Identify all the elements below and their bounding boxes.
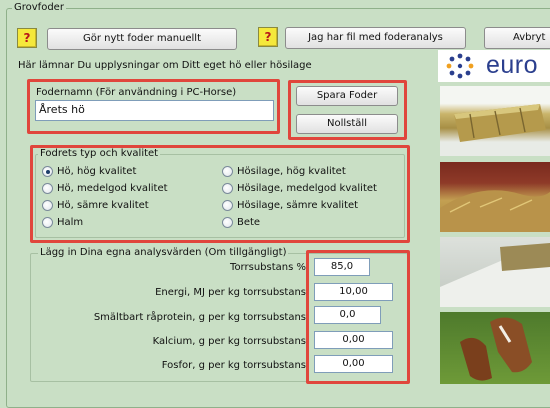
radio-hay-medium[interactable]: Hö, medelgod kvalitet <box>42 183 168 194</box>
energy-label: Energi, MJ per kg torrsubstans <box>155 287 306 298</box>
analysis-title: Lägg in Dina egna analysvärden (Om tillg… <box>38 247 289 258</box>
bales-image <box>440 243 550 307</box>
radio-hay-low[interactable]: Hö, sämre kvalitet <box>42 200 149 211</box>
radio-label: Halm <box>57 217 84 228</box>
horses-image <box>460 317 532 381</box>
dry-matter-input[interactable]: 85,0 <box>314 258 370 276</box>
horses-pasture-photo <box>440 312 550 384</box>
dry-matter-label: Torrsubstans % <box>230 262 306 273</box>
phosphorus-input[interactable]: 0,00 <box>314 355 393 373</box>
phosphorus-label: Fosfor, g per kg torrsubstans <box>161 360 306 371</box>
radio-label: Hösilage, sämre kvalitet <box>237 200 359 211</box>
feed-name-input[interactable]: Årets hö <box>35 100 274 121</box>
protein-input[interactable]: 0,0 <box>314 306 381 324</box>
radio-unchecked-icon[interactable] <box>222 166 233 177</box>
radio-haylage-high[interactable]: Hösilage, hög kvalitet <box>222 166 346 177</box>
radio-unchecked-icon[interactable] <box>222 217 233 228</box>
calcium-input[interactable]: 0,00 <box>314 331 393 349</box>
radio-straw[interactable]: Halm <box>42 217 83 228</box>
radio-label: Hösilage, medelgod kvalitet <box>237 183 377 194</box>
radio-unchecked-icon[interactable] <box>222 183 233 194</box>
cancel-button[interactable]: Avbryt <box>484 27 550 49</box>
bales-photo <box>440 237 550 307</box>
help-icon[interactable]: ? <box>17 28 37 48</box>
logo-text: euro <box>486 51 539 79</box>
radio-unchecked-icon[interactable] <box>42 200 53 211</box>
radio-haylage-low[interactable]: Hösilage, sämre kvalitet <box>222 200 358 211</box>
reset-button[interactable]: Nollställ <box>296 114 398 134</box>
hay-bale-photo <box>440 86 550 156</box>
haylage-pile-photo <box>440 162 550 232</box>
energy-input[interactable]: 10,00 <box>314 283 393 301</box>
radio-label: Hösilage, hög kvalitet <box>237 166 346 177</box>
radio-checked-icon[interactable] <box>42 166 53 177</box>
feed-type-title: Fodrets typ och kvalitet <box>38 148 161 159</box>
feed-group-title: Grovfoder <box>12 2 66 13</box>
radio-hay-high[interactable]: Hö, hög kvalitet <box>42 166 136 177</box>
radio-unchecked-icon[interactable] <box>222 200 233 211</box>
radio-label: Bete <box>237 217 261 228</box>
haylage-pile-image <box>440 190 550 232</box>
dotted-star-logo-icon <box>446 53 474 79</box>
help-icon[interactable]: ? <box>258 27 278 47</box>
feed-name-label: Fodernamn (För användning i PC-Horse) <box>36 87 237 98</box>
radio-label: Hö, hög kvalitet <box>57 166 137 177</box>
hay-bale-image <box>454 104 546 142</box>
radio-pasture[interactable]: Bete <box>222 217 260 228</box>
save-feed-button[interactable]: Spara Foder <box>296 86 398 106</box>
radio-unchecked-icon[interactable] <box>42 217 53 228</box>
radio-label: Hö, medelgod kvalitet <box>57 183 168 194</box>
radio-unchecked-icon[interactable] <box>42 183 53 194</box>
radio-haylage-medium[interactable]: Hösilage, medelgod kvalitet <box>222 183 377 194</box>
new-feed-manual-button[interactable]: Gör nytt foder manuellt <box>47 28 237 50</box>
protein-label: Smältbart råprotein, g per kg torrsubsta… <box>93 312 306 323</box>
radio-label: Hö, sämre kvalitet <box>57 200 149 211</box>
logo-banner: euro <box>438 50 550 82</box>
calcium-label: Kalcium, g per kg torrsubstans <box>152 336 306 347</box>
have-analysis-file-button[interactable]: Jag har fil med foderanalys <box>285 27 466 49</box>
section-title: Här lämnar Du upplysningar om Ditt eget … <box>18 60 312 71</box>
